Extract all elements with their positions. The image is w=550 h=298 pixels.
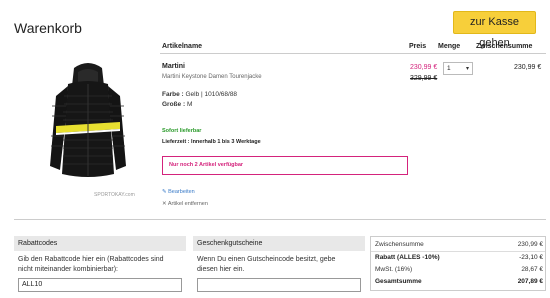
order-summary: Zwischensumme 230,99 € Rabatt (ALLES -10%… bbox=[370, 236, 546, 291]
column-header-qty: Menge bbox=[438, 43, 461, 50]
stock-warning: Nur noch 2 Artikel verfügbar bbox=[162, 156, 408, 175]
checkout-button[interactable]: zur Kasse gehen bbox=[453, 11, 536, 49]
sale-price: 230,99 € bbox=[410, 64, 438, 71]
page-title: Warenkorb bbox=[14, 20, 82, 36]
coupon-title: Rabattcodes bbox=[14, 236, 186, 251]
column-header-subtotal: Zwischensumme bbox=[476, 43, 533, 50]
edit-item-link[interactable]: ✎ Bearbeiten bbox=[162, 189, 195, 195]
giftcard-panel: Geschenkgutscheine Wenn Du einen Gutsche… bbox=[193, 236, 365, 298]
section-divider bbox=[14, 219, 546, 220]
coupon-input[interactable]: ALL10 bbox=[18, 278, 182, 292]
original-price: 329,99 € bbox=[410, 75, 438, 82]
product-image[interactable]: SPORTOKAY.com bbox=[38, 56, 138, 206]
header: Warenkorb zur Kasse gehen bbox=[0, 0, 550, 50]
image-caption: SPORTOKAY.com bbox=[94, 192, 135, 198]
summary-divider bbox=[371, 251, 545, 252]
giftcard-input[interactable] bbox=[197, 278, 361, 292]
stock-status: Sofort lieferbar bbox=[162, 128, 202, 134]
item-size: Große : M bbox=[162, 101, 193, 108]
pencil-icon: ✎ bbox=[162, 189, 167, 195]
coupon-panel: Rabattcodes Gib den Rabattcode hier ein … bbox=[14, 236, 186, 298]
item-subtotal: 230,99 € bbox=[514, 64, 542, 71]
coupon-description: Gib den Rabattcode hier ein (Rabattcodes… bbox=[18, 256, 164, 273]
chevron-down-icon: ▾ bbox=[465, 66, 469, 72]
item-name[interactable]: Martini bbox=[162, 63, 185, 70]
giftcard-description: Wenn Du einen Gutscheincode besitzt, geb… bbox=[197, 256, 336, 273]
column-header-price: Preis bbox=[409, 43, 427, 50]
giftcard-title: Geschenkgutscheine bbox=[193, 236, 365, 251]
close-icon: ✕ bbox=[162, 201, 167, 207]
column-header-name: Artikelname bbox=[162, 43, 203, 50]
header-divider bbox=[160, 53, 546, 54]
item-description: Martini Keystone Damen Tourenjacke bbox=[162, 74, 262, 80]
remove-item-link[interactable]: ✕ Artikel entfernen bbox=[162, 201, 208, 207]
quantity-select[interactable]: 1 ▾ bbox=[443, 62, 473, 75]
item-color: Farbe : Gelb | 1010/68/88 bbox=[162, 91, 238, 98]
delivery-time: Lieferzeit : Innerhalb 1 bis 3 Werktage bbox=[162, 139, 261, 145]
